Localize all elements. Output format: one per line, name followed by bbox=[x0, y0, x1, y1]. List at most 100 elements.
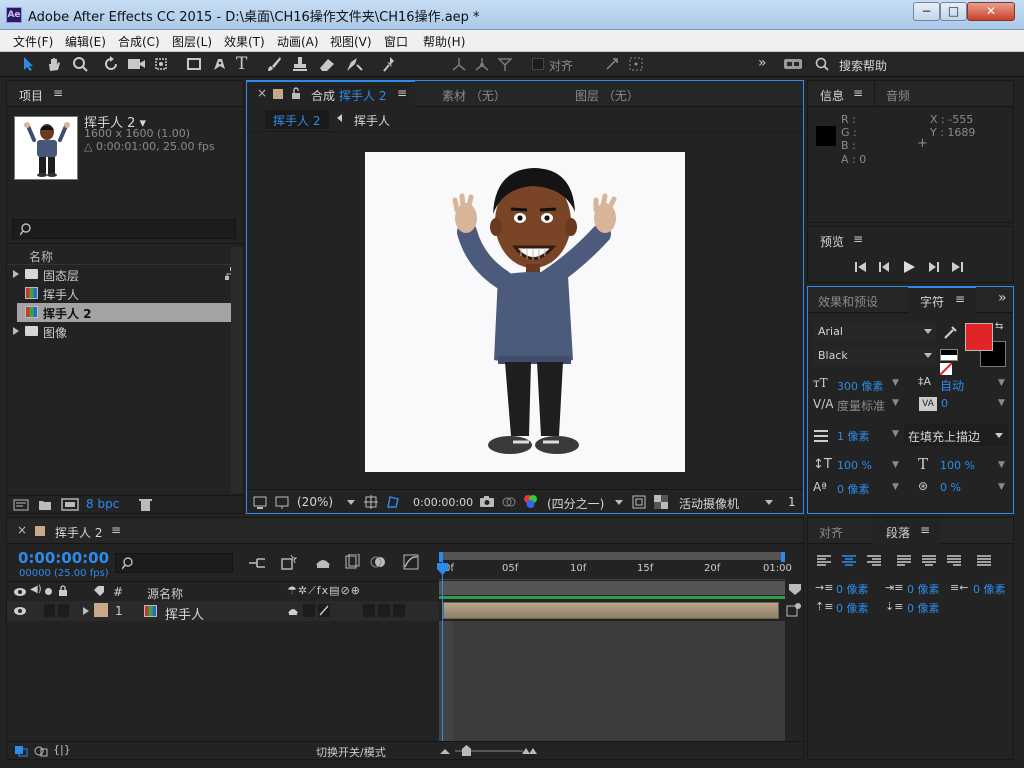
view-layout-dropdown[interactable]: 1 bbox=[788, 495, 796, 509]
zoom-dropdown-arrow-icon[interactable] bbox=[347, 500, 355, 505]
breadcrumb-next[interactable]: 挥手人 bbox=[354, 112, 390, 129]
pen-tool-icon[interactable] bbox=[210, 55, 230, 73]
font-family-dropdown[interactable]: Arial bbox=[814, 322, 936, 342]
chevron-down-icon[interactable]: ▼ bbox=[892, 378, 899, 388]
zoom-out-icon[interactable] bbox=[439, 747, 451, 755]
channel-rgb-icon[interactable] bbox=[523, 494, 538, 509]
camera-tool-icon[interactable] bbox=[127, 56, 149, 72]
chevron-down-icon[interactable]: ▼ bbox=[998, 460, 1005, 470]
panel-menu-icon[interactable]: ≡ bbox=[955, 292, 965, 306]
previous-frame-icon[interactable] bbox=[878, 261, 892, 273]
comp-button-icon[interactable] bbox=[786, 602, 802, 618]
switches-header-icons[interactable]: ☂✲⟋fx▤⊘⊕ bbox=[287, 584, 361, 598]
comp-mini-flowchart-icon[interactable] bbox=[248, 556, 266, 570]
project-item-folder-solids[interactable]: 固态层 bbox=[13, 265, 231, 284]
playhead-line[interactable] bbox=[442, 562, 443, 741]
panel-menu-icon[interactable]: ≡ bbox=[53, 86, 63, 100]
project-item-comp[interactable]: 挥手人 bbox=[17, 284, 231, 303]
snapshot-camera-icon[interactable] bbox=[479, 495, 495, 508]
layer-number-header[interactable]: # bbox=[113, 585, 123, 599]
lock-icon[interactable] bbox=[58, 585, 68, 597]
project-scrollbar[interactable] bbox=[231, 247, 243, 493]
layer-shy-icon[interactable] bbox=[287, 605, 299, 617]
timeline-track-area[interactable] bbox=[439, 621, 785, 741]
swap-colors-icon[interactable]: ⇆ bbox=[995, 321, 1003, 332]
timeline-tab[interactable]: 挥手人 2 bbox=[55, 524, 102, 541]
project-tab[interactable]: 项目 bbox=[19, 87, 43, 104]
next-frame-icon[interactable] bbox=[926, 261, 940, 273]
align-tab[interactable]: 对齐 bbox=[819, 524, 843, 541]
workspace-icon[interactable] bbox=[783, 57, 803, 71]
rectangle-tool-icon[interactable] bbox=[186, 56, 202, 72]
monitor-icon[interactable] bbox=[275, 496, 289, 509]
work-area-end-handle[interactable] bbox=[781, 552, 785, 562]
menu-help[interactable]: 帮助(H) bbox=[423, 33, 465, 50]
bit-depth-button[interactable]: 8 bpc bbox=[86, 497, 119, 511]
source-name-header[interactable]: 源名称 bbox=[147, 585, 183, 602]
toolbar-more-button[interactable]: » bbox=[758, 55, 767, 71]
indent-left-value[interactable]: 0 像素 bbox=[836, 581, 869, 597]
chevron-down-icon[interactable]: ▼ bbox=[892, 429, 899, 439]
menu-effect[interactable]: 效果(T) bbox=[224, 33, 265, 50]
time-ruler[interactable] bbox=[439, 562, 785, 580]
always-preview-icon[interactable] bbox=[253, 496, 267, 509]
close-button[interactable]: ✕ bbox=[967, 2, 1015, 21]
local-axis-icon[interactable] bbox=[451, 56, 467, 72]
zoom-dropdown[interactable]: (20%) bbox=[297, 495, 333, 509]
stroke-type-dropdown[interactable]: 在填充上描边 bbox=[904, 424, 1008, 446]
search-help-input[interactable]: 搜索帮助 bbox=[839, 57, 887, 74]
tracking-value[interactable]: 0 bbox=[941, 397, 948, 410]
align-center-icon[interactable] bbox=[842, 555, 856, 567]
in-out-icon[interactable]: {|} bbox=[53, 743, 71, 756]
tsume-value[interactable]: 0 % bbox=[940, 481, 961, 494]
justify-right-icon[interactable] bbox=[947, 555, 961, 567]
menu-layer[interactable]: 图层(L) bbox=[172, 33, 212, 50]
comp-marker-bin-icon[interactable] bbox=[788, 582, 802, 596]
white-swatch[interactable] bbox=[940, 349, 958, 361]
stroke-width-value[interactable]: 1 像素 bbox=[837, 428, 870, 444]
work-area-range[interactable] bbox=[439, 581, 785, 595]
graph-editor-icon[interactable] bbox=[403, 554, 419, 570]
close-tab-icon[interactable]: × bbox=[257, 86, 267, 100]
menu-file[interactable]: 文件(F) bbox=[13, 33, 53, 50]
region-of-interest-icon[interactable] bbox=[632, 495, 646, 509]
minimize-button[interactable]: − bbox=[913, 2, 940, 21]
expand-arrow-icon[interactable] bbox=[13, 327, 19, 335]
interpret-footage-icon[interactable] bbox=[13, 499, 29, 511]
work-area-bar[interactable] bbox=[439, 552, 785, 560]
draft-3d-icon[interactable] bbox=[279, 554, 297, 570]
rotate-tool-icon[interactable] bbox=[103, 56, 119, 72]
transparency-grid-icon[interactable] bbox=[654, 495, 668, 509]
maximize-button[interactable]: □ bbox=[940, 2, 967, 21]
motion-blur-toggle[interactable] bbox=[363, 604, 375, 617]
layer-expand-arrow-icon[interactable] bbox=[83, 607, 89, 615]
solo-icon[interactable] bbox=[45, 588, 52, 595]
adjustment-toggle[interactable] bbox=[378, 604, 390, 617]
selection-tool-icon[interactable] bbox=[22, 56, 36, 72]
layer-visibility-icon[interactable] bbox=[13, 606, 27, 616]
project-search-input[interactable] bbox=[12, 219, 236, 239]
snap-grid-icon[interactable] bbox=[628, 56, 644, 72]
audio-icon[interactable]: ◀) bbox=[30, 584, 42, 595]
kerning-value[interactable]: 度量标准 bbox=[837, 397, 885, 414]
menu-animation[interactable]: 动画(A) bbox=[277, 33, 319, 50]
preview-tab[interactable]: 预览 bbox=[820, 233, 844, 250]
paragraph-tab[interactable]: 段落 bbox=[886, 524, 910, 541]
camera-dropdown-arrow-icon[interactable] bbox=[765, 500, 773, 505]
project-item-folder-images[interactable]: 图像 bbox=[13, 322, 231, 341]
last-frame-icon[interactable] bbox=[950, 261, 964, 273]
horizontal-scale-value[interactable]: 100 % bbox=[940, 459, 975, 472]
chevron-down-icon[interactable]: ▼ bbox=[892, 398, 899, 408]
panel-menu-icon[interactable]: ≡ bbox=[111, 523, 121, 537]
snap-checkbox[interactable] bbox=[532, 58, 544, 70]
new-composition-icon[interactable] bbox=[61, 498, 79, 511]
eyedropper-icon[interactable] bbox=[942, 325, 958, 341]
baseline-shift-value[interactable]: 0 像素 bbox=[837, 481, 870, 497]
playhead-marker-icon[interactable] bbox=[436, 562, 449, 576]
font-size-value[interactable]: 300 像素 bbox=[837, 378, 884, 394]
play-icon[interactable] bbox=[902, 260, 916, 274]
resolution-dropdown-arrow-icon[interactable] bbox=[615, 500, 623, 505]
resolution-dropdown[interactable]: (四分之一) bbox=[547, 495, 604, 512]
puppet-pin-tool-icon[interactable] bbox=[382, 56, 398, 72]
no-color-swatch-icon[interactable] bbox=[940, 363, 952, 375]
